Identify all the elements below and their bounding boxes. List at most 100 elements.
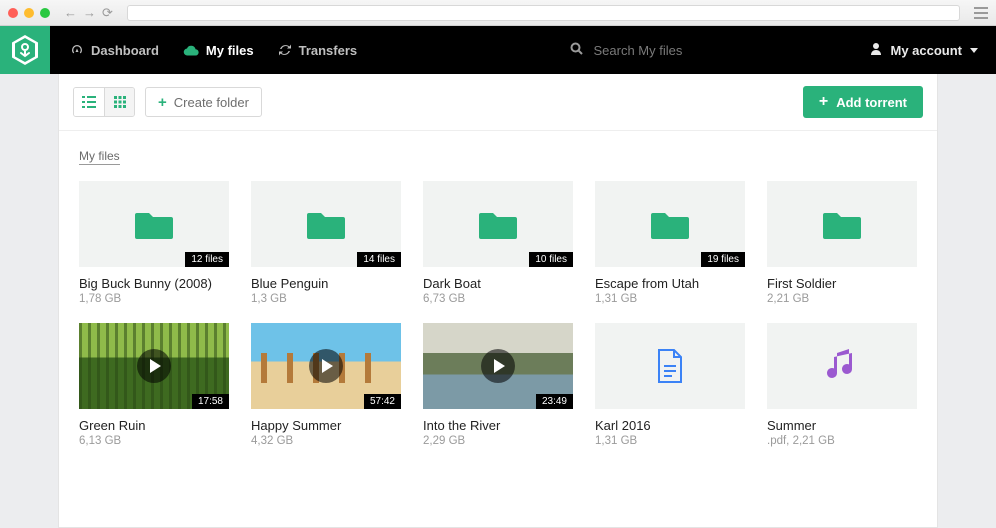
main-nav: Dashboard My files Transfers xyxy=(70,43,357,58)
duration-badge: 57:42 xyxy=(364,394,401,409)
tile-meta: .pdf, 2,21 GB xyxy=(767,435,917,447)
file-count-badge: 10 files xyxy=(529,252,573,267)
file-tile[interactable]: 19 files Escape from Utah 1,31 GB xyxy=(595,181,745,305)
add-torrent-label: Add torrent xyxy=(836,95,907,110)
reload-icon[interactable]: ⟳ xyxy=(102,5,113,21)
play-icon xyxy=(309,349,343,383)
file-tile[interactable]: 10 files Dark Boat 6,73 GB xyxy=(423,181,573,305)
nav-transfers-label: Transfers xyxy=(299,43,358,58)
tile-title: Summer xyxy=(767,418,917,433)
nav-dashboard[interactable]: Dashboard xyxy=(70,43,159,58)
music-thumbnail xyxy=(767,323,917,409)
tile-meta: 1,3 GB xyxy=(251,293,401,305)
minimize-window-icon[interactable] xyxy=(24,8,34,18)
chevron-down-icon xyxy=(970,48,978,53)
tile-title: Into the River xyxy=(423,418,573,433)
file-tile[interactable]: 57:42 Happy Summer 4,32 GB xyxy=(251,323,401,447)
folder-thumbnail xyxy=(767,181,917,267)
plus-icon: + xyxy=(819,93,828,111)
plus-icon: + xyxy=(158,94,167,111)
close-window-icon[interactable] xyxy=(8,8,18,18)
document-icon xyxy=(655,348,685,384)
search-input[interactable] xyxy=(593,43,793,58)
video-thumbnail: 23:49 xyxy=(423,323,573,409)
nav-myfiles[interactable]: My files xyxy=(183,43,254,58)
file-tile[interactable]: Summer .pdf, 2,21 GB xyxy=(767,323,917,447)
duration-badge: 17:58 xyxy=(192,394,229,409)
folder-icon xyxy=(478,207,518,241)
tile-meta: 6,73 GB xyxy=(423,293,573,305)
search-area xyxy=(570,42,850,58)
maximize-window-icon[interactable] xyxy=(40,8,50,18)
create-folder-button[interactable]: + Create folder xyxy=(145,87,262,117)
account-label: My account xyxy=(890,43,962,58)
file-count-badge: 14 files xyxy=(357,252,401,267)
tile-title: Escape from Utah xyxy=(595,276,745,291)
nav-dashboard-label: Dashboard xyxy=(91,43,159,58)
play-icon xyxy=(137,349,171,383)
folder-icon xyxy=(822,207,862,241)
tile-title: Green Ruin xyxy=(79,418,229,433)
folder-thumbnail: 12 files xyxy=(79,181,229,267)
user-icon xyxy=(870,42,882,58)
url-bar[interactable] xyxy=(127,5,960,21)
view-toggle xyxy=(73,87,135,117)
duration-badge: 23:49 xyxy=(536,394,573,409)
search-icon xyxy=(570,42,583,58)
video-thumbnail: 57:42 xyxy=(251,323,401,409)
tile-meta: 1,78 GB xyxy=(79,293,229,305)
tile-title: First Soldier xyxy=(767,276,917,291)
tile-title: Big Buck Bunny (2008) xyxy=(79,276,229,291)
music-icon xyxy=(826,349,858,383)
tile-meta: 1,31 GB xyxy=(595,293,745,305)
view-list-button[interactable] xyxy=(74,88,104,116)
file-tile[interactable]: 23:49 Into the River 2,29 GB xyxy=(423,323,573,447)
add-torrent-button[interactable]: + Add torrent xyxy=(803,86,923,118)
top-bar: Dashboard My files Transfers My account xyxy=(0,26,996,74)
file-tile[interactable]: First Soldier 2,21 GB xyxy=(767,181,917,305)
view-grid-button[interactable] xyxy=(104,88,134,116)
tile-title: Happy Summer xyxy=(251,418,401,433)
nav-transfers[interactable]: Transfers xyxy=(278,43,358,58)
tile-title: Blue Penguin xyxy=(251,276,401,291)
file-tile[interactable]: 17:58 Green Ruin 6,13 GB xyxy=(79,323,229,447)
tile-title: Karl 2016 xyxy=(595,418,745,433)
tile-meta: 2,21 GB xyxy=(767,293,917,305)
folder-thumbnail: 14 files xyxy=(251,181,401,267)
toolbar: + Create folder + Add torrent xyxy=(59,74,937,131)
tile-title: Dark Boat xyxy=(423,276,573,291)
tile-meta: 1,31 GB xyxy=(595,435,745,447)
create-folder-label: Create folder xyxy=(174,95,249,110)
dashboard-icon xyxy=(70,43,84,57)
file-count-badge: 12 files xyxy=(185,252,229,267)
breadcrumb: My files xyxy=(59,131,937,171)
tile-meta: 4,32 GB xyxy=(251,435,401,447)
folder-thumbnail: 10 files xyxy=(423,181,573,267)
back-icon[interactable]: ← xyxy=(64,5,77,21)
play-icon xyxy=(481,349,515,383)
window-controls xyxy=(8,8,50,18)
tile-meta: 2,29 GB xyxy=(423,435,573,447)
browser-menu-icon[interactable] xyxy=(974,7,988,19)
panel: + Create folder + Add torrent My files 1… xyxy=(58,74,938,528)
browser-chrome: ← → ⟳ xyxy=(0,0,996,26)
file-tile[interactable]: Karl 2016 1,31 GB xyxy=(595,323,745,447)
file-count-badge: 19 files xyxy=(701,252,745,267)
tile-meta: 6,13 GB xyxy=(79,435,229,447)
doc-thumbnail xyxy=(595,323,745,409)
video-thumbnail: 17:58 xyxy=(79,323,229,409)
forward-icon[interactable]: → xyxy=(83,5,96,21)
nav-myfiles-label: My files xyxy=(206,43,254,58)
breadcrumb-root[interactable]: My files xyxy=(79,149,120,165)
folder-icon xyxy=(306,207,346,241)
folder-icon xyxy=(134,207,174,241)
browser-nav: ← → ⟳ xyxy=(64,5,113,21)
file-tile[interactable]: 12 files Big Buck Bunny (2008) 1,78 GB xyxy=(79,181,229,305)
folder-icon xyxy=(650,207,690,241)
content: + Create folder + Add torrent My files 1… xyxy=(0,74,996,528)
app-logo[interactable] xyxy=(0,26,50,74)
account-menu[interactable]: My account xyxy=(870,42,978,58)
file-tile[interactable]: 14 files Blue Penguin 1,3 GB xyxy=(251,181,401,305)
file-grid: 12 files Big Buck Bunny (2008) 1,78 GB 14 … xyxy=(59,171,937,467)
cloud-icon xyxy=(183,44,199,56)
